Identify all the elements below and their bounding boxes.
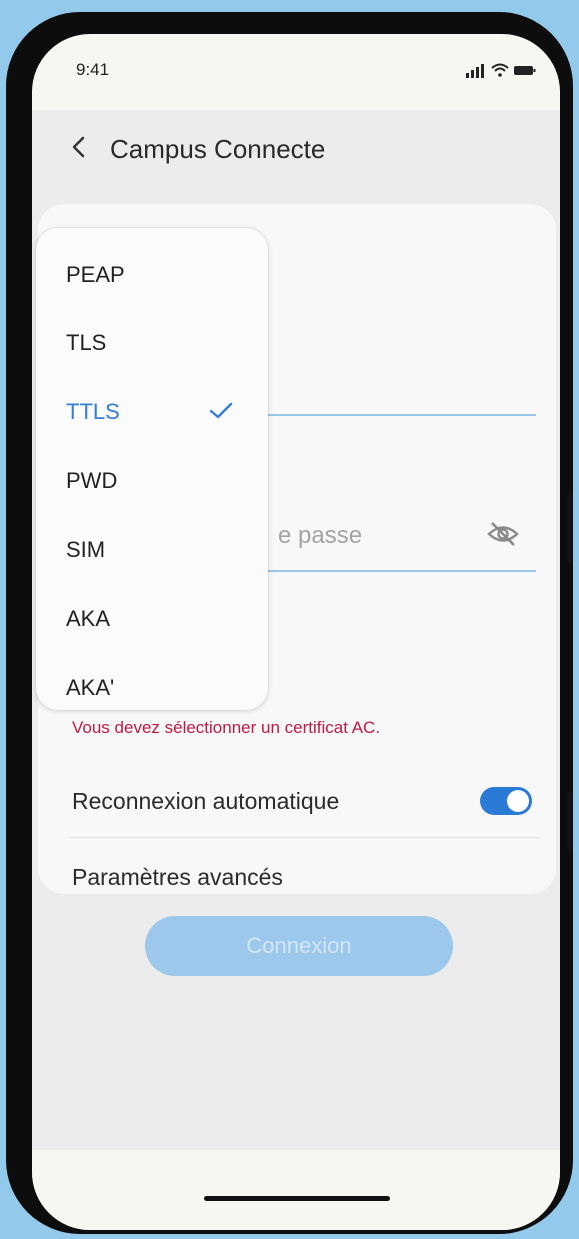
dropdown-option-aka[interactable]: AKA bbox=[36, 586, 268, 646]
connect-button[interactable]: Connexion bbox=[145, 916, 453, 976]
side-button bbox=[567, 792, 573, 852]
dropdown-option-label: AKA' bbox=[66, 675, 115, 700]
toggle-knob bbox=[507, 790, 529, 812]
advanced-settings-item[interactable]: Paramètres avancés bbox=[72, 864, 283, 891]
bottom-area bbox=[32, 1150, 560, 1230]
divider bbox=[70, 837, 540, 838]
eye-slash-icon[interactable] bbox=[486, 520, 520, 548]
chevron-left-icon[interactable] bbox=[64, 132, 94, 162]
auto-reconnect-label: Reconnexion automatique bbox=[72, 788, 340, 814]
signal-icon bbox=[466, 64, 484, 78]
status-bar: 9:41 bbox=[32, 34, 560, 114]
wifi-icon bbox=[491, 63, 509, 77]
dropdown-option-label: TLS bbox=[66, 330, 107, 355]
dropdown-option-sim[interactable]: SIM bbox=[36, 517, 268, 577]
dropdown-option-label: TTLS bbox=[66, 399, 120, 424]
auto-reconnect-toggle[interactable] bbox=[480, 787, 532, 815]
side-button bbox=[567, 492, 573, 562]
status-icons bbox=[466, 63, 536, 78]
status-time: 9:41 bbox=[76, 60, 110, 79]
battery-icon bbox=[514, 66, 536, 75]
eap-method-dropdown: PEAP TLS TTLS PWD SIM AKA AKA' bbox=[36, 228, 268, 710]
dropdown-option-peap[interactable]: PEAP bbox=[36, 242, 268, 302]
certificate-error-message: Vous devez sélectionner un certificat AC… bbox=[72, 718, 381, 737]
dropdown-option-label: SIM bbox=[66, 537, 106, 562]
dropdown-option-label: PEAP bbox=[66, 262, 125, 287]
dropdown-option-label: AKA bbox=[66, 606, 111, 631]
page-title: Campus Connecte bbox=[110, 134, 326, 164]
eap-field-underline bbox=[268, 414, 536, 416]
home-indicator[interactable] bbox=[204, 1196, 390, 1201]
check-icon bbox=[209, 402, 233, 419]
dropdown-option-aka-prime[interactable]: AKA' bbox=[36, 655, 268, 715]
dropdown-option-label: PWD bbox=[66, 468, 118, 493]
password-field-underline bbox=[268, 570, 536, 572]
password-field[interactable]: e passe bbox=[278, 522, 362, 550]
app-header: Campus Connecte bbox=[32, 114, 560, 184]
dropdown-option-tls[interactable]: TLS bbox=[36, 310, 268, 370]
dropdown-option-ttls[interactable]: TTLS bbox=[36, 379, 268, 439]
phone-frame: 9:41 Campus Connecte e passe Vous devez … bbox=[6, 12, 573, 1234]
screen: 9:41 Campus Connecte e passe Vous devez … bbox=[32, 34, 560, 1230]
dropdown-option-pwd[interactable]: PWD bbox=[36, 448, 268, 508]
